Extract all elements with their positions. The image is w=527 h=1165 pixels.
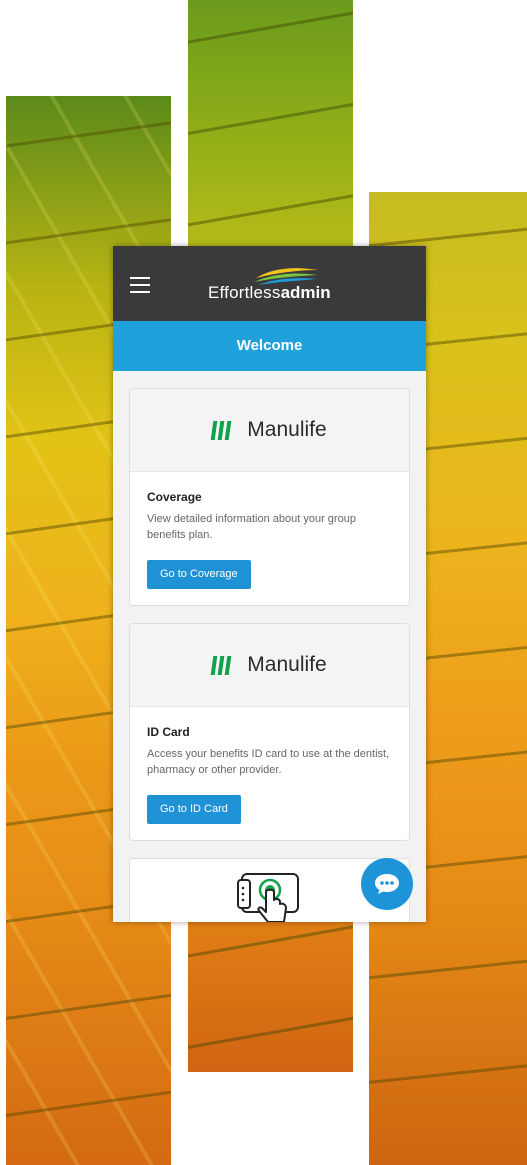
effortless-admin-logo: Effortlessadmin (208, 262, 338, 306)
manulife-mark-icon (210, 420, 233, 440)
logo-text-light: Effortless (208, 283, 281, 302)
touch-screen-icon (237, 873, 299, 922)
welcome-banner: Welcome (113, 321, 426, 371)
card-list: Manulife Coverage View detailed informat… (113, 371, 426, 922)
card-title: Coverage (147, 490, 202, 504)
go-to-coverage-button[interactable]: Go to Coverage (147, 560, 251, 589)
logo-text-bold: admin (280, 283, 331, 302)
brand-name: Manulife (247, 653, 327, 676)
card-description: Access your benefits ID card to use at t… (147, 748, 390, 776)
go-to-id-card-button[interactable]: Go to ID Card (147, 795, 241, 824)
coverage-card: Manulife Coverage View detailed informat… (129, 388, 410, 606)
card-header: Manulife (130, 624, 409, 707)
card-title: ID Card (147, 725, 190, 739)
hamburger-menu-icon[interactable] (130, 277, 150, 293)
card-description: View detailed information about your gro… (147, 513, 356, 541)
app-screen: Effortlessadmin Welcome Manulife Coverag… (113, 246, 426, 922)
brand-name: Manulife (247, 418, 327, 441)
top-bar: Effortlessadmin (113, 246, 426, 321)
chat-button[interactable] (361, 858, 413, 910)
card-header: Manulife (130, 389, 409, 472)
chat-bubble-icon (375, 874, 399, 894)
manulife-mark-icon (210, 655, 233, 675)
id-card-card: Manulife ID Card Access your benefits ID… (129, 623, 410, 841)
